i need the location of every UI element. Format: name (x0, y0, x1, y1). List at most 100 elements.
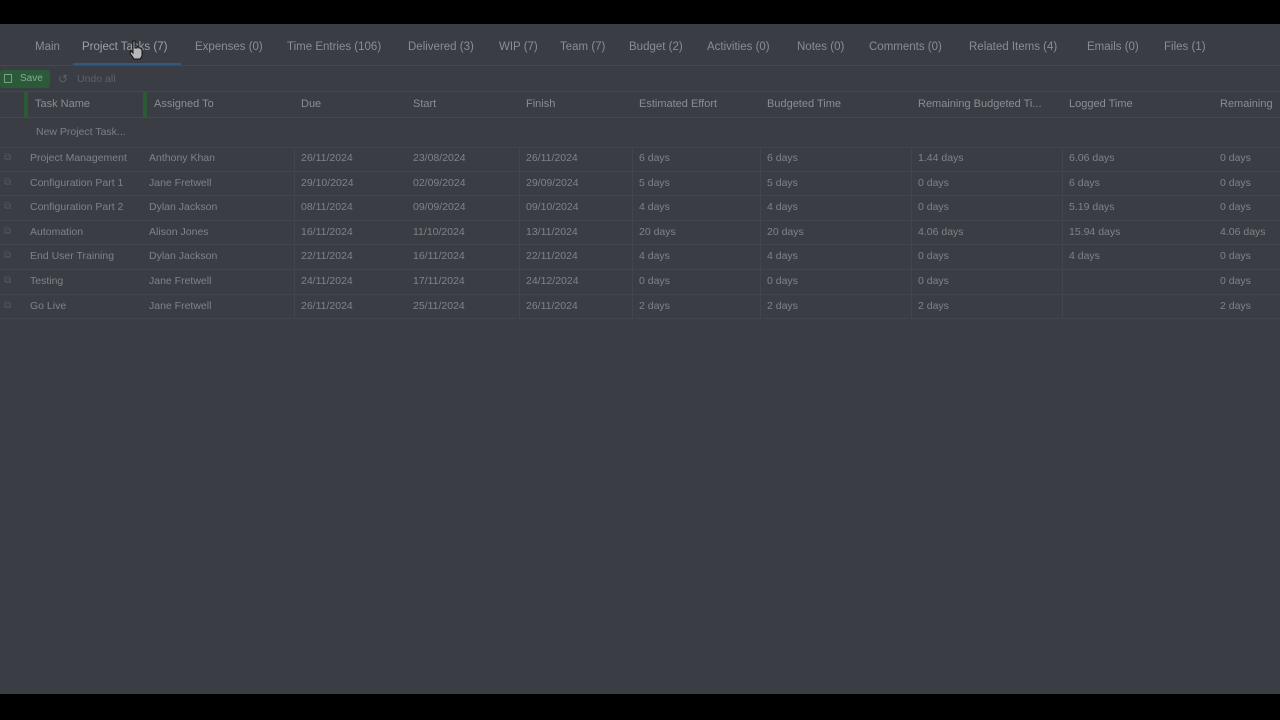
undo-all-label: Undo all (77, 73, 116, 85)
column-divider (760, 269, 761, 294)
edit-row-icon[interactable]: ⧉ (4, 201, 14, 212)
cell-estimated-effort: 5 days (639, 176, 670, 189)
column-divider (294, 269, 295, 294)
col-remaining-budgeted-time[interactable]: Remaining Budgeted Ti... (918, 98, 1042, 110)
cell-task-name[interactable]: Project Management (30, 152, 127, 164)
cell-finish: 13/11/2024 (526, 225, 578, 238)
column-divider (294, 294, 295, 319)
column-divider (911, 147, 912, 171)
col-logged-time[interactable]: Logged Time (1069, 98, 1133, 110)
cell-start: 09/09/2024 (413, 201, 466, 214)
new-task-row[interactable]: New Project Task... (0, 117, 1280, 148)
tab-activities[interactable]: Activities (0) (707, 41, 770, 53)
cell-due: 08/11/2024 (301, 201, 353, 214)
grid-header: Task Name Assigned To Due Start Finish E… (0, 91, 1280, 118)
cell-task-name[interactable]: Configuration Part 1 (30, 177, 123, 189)
tab-comments[interactable]: Comments (0) (869, 41, 942, 53)
table-row[interactable]: ⧉ Testing Jane Fretwell 24/11/2024 17/11/202… (0, 269, 1280, 295)
tab-budget[interactable]: Budget (2) (629, 41, 683, 53)
tab-related-items[interactable]: Related Items (4) (969, 41, 1057, 53)
cell-due: 29/10/2024 (301, 176, 354, 189)
cell-remaining-budgeted-time: 0 days (918, 201, 949, 214)
col-task-name[interactable]: Task Name (35, 98, 90, 110)
cell-budgeted-time: 4 days (767, 201, 798, 214)
edit-row-icon[interactable]: ⧉ (4, 177, 14, 188)
column-divider (1062, 294, 1063, 319)
table-row[interactable]: ⧉ Automation Alison Jones 16/11/2024 11/10/2… (0, 220, 1280, 246)
col-finish[interactable]: Finish (526, 98, 555, 110)
tab-expenses[interactable]: Expenses (0) (195, 41, 263, 53)
cell-remaining: 0 days (1220, 176, 1251, 189)
cell-remaining-budgeted-time: 0 days (918, 176, 949, 189)
cell-task-name[interactable]: Testing (30, 275, 63, 287)
edit-row-icon[interactable]: ⧉ (4, 275, 14, 286)
cell-finish: 26/11/2024 (526, 152, 578, 164)
project-record-view: Main Project Tasks (7) Expenses (0) Time… (0, 24, 1280, 694)
table-row[interactable]: ⧉ Configuration Part 2 Dylan Jackson 08/11/… (0, 196, 1280, 221)
column-divider (1062, 147, 1063, 171)
save-button[interactable]: Save (0, 70, 50, 88)
col-start[interactable]: Start (413, 98, 436, 110)
cell-finish: 24/12/2024 (526, 274, 579, 287)
table-row[interactable]: ⧉ Configuration Part 1 Jane Fretwell 29/10/… (0, 171, 1280, 197)
table-row[interactable]: ⧉ Project Management Anthony Khan 26/11/202… (0, 147, 1280, 172)
new-task-placeholder[interactable]: New Project Task... (36, 126, 126, 138)
column-divider (632, 294, 633, 319)
grid-toolbar: Save ↺ Undo all (0, 68, 1280, 92)
save-label: Save (20, 73, 43, 84)
cell-logged-time: 5.19 days (1069, 201, 1115, 214)
cell-budgeted-time: 20 days (767, 225, 804, 238)
cell-task-name[interactable]: Automation (30, 226, 83, 238)
column-divider (1062, 171, 1063, 196)
tab-emails[interactable]: Emails (0) (1087, 41, 1139, 53)
edit-row-icon[interactable]: ⧉ (4, 250, 14, 261)
cell-budgeted-time: 6 days (767, 152, 798, 164)
table-row[interactable]: ⧉ End User Training Dylan Jackson 22/11/202… (0, 245, 1280, 270)
column-divider (911, 245, 912, 270)
tab-time-entries[interactable]: Time Entries (106) (287, 41, 381, 53)
cell-budgeted-time: 4 days (767, 250, 798, 263)
column-divider (519, 196, 520, 221)
tab-wip[interactable]: WIP (7) (499, 41, 538, 53)
cell-start: 02/09/2024 (413, 176, 466, 189)
column-divider (1062, 220, 1063, 245)
column-divider (294, 220, 295, 245)
tab-main[interactable]: Main (35, 41, 60, 53)
cell-remaining-budgeted-time: 4.06 days (918, 225, 964, 238)
table-row[interactable]: ⧉ Go Live Jane Fretwell 26/11/2024 25/11/202… (0, 294, 1280, 320)
cell-budgeted-time: 5 days (767, 176, 798, 189)
cell-task-name[interactable]: Go Live (30, 300, 66, 312)
cell-estimated-effort: 4 days (639, 201, 670, 214)
cell-finish: 22/11/2024 (526, 250, 578, 263)
column-divider (294, 245, 295, 270)
edit-row-icon[interactable]: ⧉ (4, 300, 14, 311)
cell-task-name[interactable]: Configuration Part 2 (30, 201, 123, 213)
edit-row-icon[interactable]: ⧉ (4, 152, 14, 163)
column-divider (632, 147, 633, 171)
cell-remaining: 0 days (1220, 274, 1251, 287)
tab-team[interactable]: Team (7) (560, 41, 605, 53)
col-due[interactable]: Due (301, 98, 321, 110)
column-divider (294, 196, 295, 221)
cell-estimated-effort: 4 days (639, 250, 670, 263)
cell-logged-time: 6 days (1069, 176, 1100, 189)
col-budgeted-time[interactable]: Budgeted Time (767, 98, 841, 110)
col-estimated-effort[interactable]: Estimated Effort (639, 98, 717, 110)
column-divider (760, 147, 761, 171)
column-divider (294, 171, 295, 196)
col-assigned-to[interactable]: Assigned To (154, 98, 214, 110)
cell-logged-time: 6.06 days (1069, 152, 1115, 164)
col-remaining[interactable]: Remaining (1220, 98, 1273, 110)
save-icon (4, 74, 12, 83)
hand-cursor-icon (129, 40, 143, 60)
edit-row-icon[interactable]: ⧉ (4, 226, 14, 237)
tab-notes[interactable]: Notes (0) (797, 41, 844, 53)
column-divider (294, 147, 295, 171)
column-divider (1062, 245, 1063, 270)
cell-remaining: 0 days (1220, 152, 1251, 164)
tab-project-tasks[interactable]: Project Tasks (7) (82, 41, 167, 53)
cell-task-name[interactable]: End User Training (30, 250, 114, 262)
column-divider (911, 220, 912, 245)
tab-delivered[interactable]: Delivered (3) (408, 41, 474, 53)
tab-files[interactable]: Files (1) (1164, 41, 1206, 53)
